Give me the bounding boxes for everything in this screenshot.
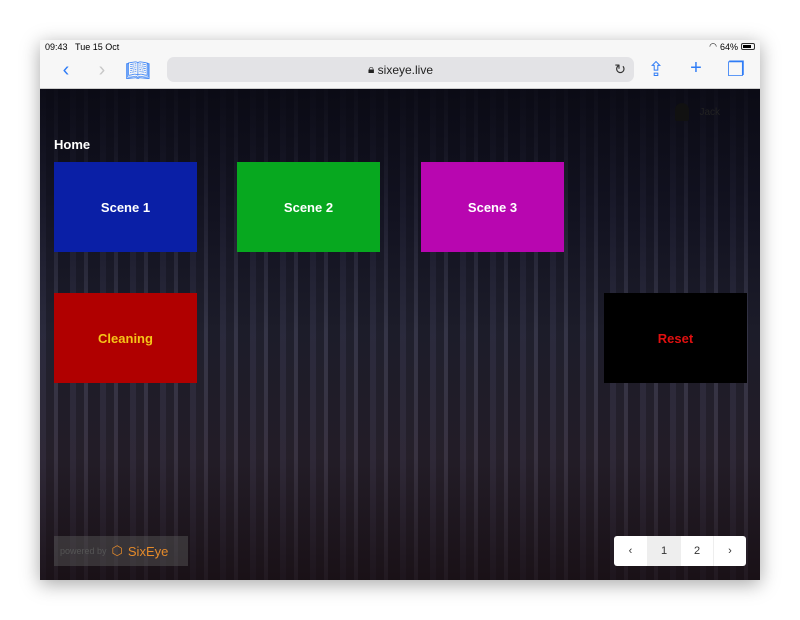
powered-by-badge: powered by ⬡ SixEye xyxy=(54,536,188,566)
new-tab-icon[interactable]: + xyxy=(678,57,714,82)
page-content: Jack Home Scene 1 Scene 2 Scene 3 Cleani… xyxy=(40,89,760,580)
bookmarks-icon[interactable]: 📖︎ xyxy=(120,58,156,83)
cleaning-button[interactable]: Cleaning xyxy=(54,293,197,383)
scene-2-button[interactable]: Scene 2 xyxy=(237,162,380,252)
brand-name: SixEye xyxy=(127,543,169,559)
forward-button[interactable]: › xyxy=(84,59,120,82)
next-page-button[interactable]: › xyxy=(713,536,746,566)
time: 09:43 xyxy=(45,41,68,52)
share-icon[interactable]: ⇪ xyxy=(638,57,674,82)
page-1-button[interactable]: 1 xyxy=(647,536,680,566)
scene-1-button[interactable]: Scene 1 xyxy=(54,162,197,252)
sixeye-logo-icon: ⬡ xyxy=(111,543,123,558)
tabs-icon[interactable]: ❐ xyxy=(718,57,754,82)
date: Tue 15 Oct xyxy=(75,41,120,52)
pagination: ‹ 1 2 › xyxy=(614,536,746,566)
prev-page-button[interactable]: ‹ xyxy=(614,536,647,566)
lock-icon: 🔒︎ xyxy=(367,62,378,76)
url-text: sixeye.live xyxy=(377,62,434,77)
battery-percent: 64% xyxy=(719,41,738,52)
tablet-screen: 09:43 Tue 15 Oct ◠ 64% ‹ › 📖︎ 🔒︎ sixeye.l… xyxy=(40,40,760,580)
user-name: Jack xyxy=(699,106,720,118)
user-menu[interactable]: Jack xyxy=(675,103,720,121)
reset-button[interactable]: Reset xyxy=(604,293,747,383)
reload-icon[interactable]: ↻ xyxy=(614,61,626,78)
wifi-icon: ◠ xyxy=(709,41,717,51)
scene-3-button[interactable]: Scene 3 xyxy=(421,162,564,252)
page-2-button[interactable]: 2 xyxy=(680,536,713,566)
battery-icon xyxy=(741,43,755,50)
user-icon xyxy=(675,103,690,121)
breadcrumb: Home xyxy=(54,137,91,152)
status-bar: 09:43 Tue 15 Oct ◠ 64% xyxy=(40,40,760,53)
back-button[interactable]: ‹ xyxy=(48,59,84,82)
powered-by-text: powered by xyxy=(60,546,107,556)
address-bar[interactable]: 🔒︎ sixeye.live ↻ xyxy=(167,57,634,82)
browser-toolbar: ‹ › 📖︎ 🔒︎ sixeye.live ↻ ⇪ + ❐ xyxy=(40,53,760,89)
